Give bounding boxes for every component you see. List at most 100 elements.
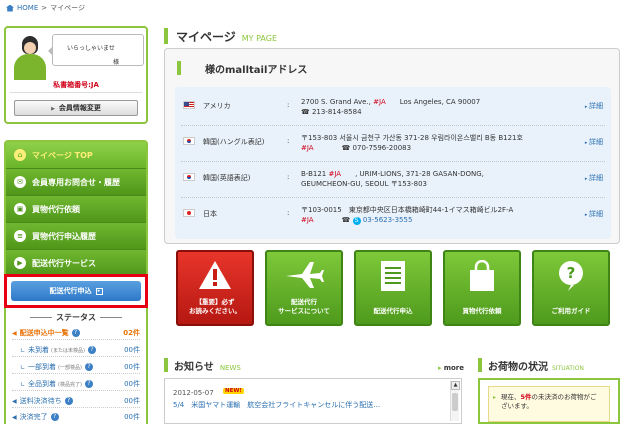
scroll-up-icon[interactable]: ▲ xyxy=(451,381,460,390)
open-window-icon: ▸ xyxy=(95,287,103,295)
news-more-link[interactable]: more xyxy=(438,364,464,372)
status-label: 決済完了 xyxy=(19,413,48,421)
korea-flag-icon xyxy=(183,137,195,145)
address-line: Los Angeles, CA 90007 xyxy=(399,98,481,106)
divider xyxy=(12,373,140,374)
status-row-all-arrived[interactable]: ∟ 全品到着 (検品完了) ? 00件 xyxy=(20,379,140,389)
address-phone: ☎ 213-814-8584 xyxy=(301,108,362,116)
tile-label: 配送代行 xyxy=(291,298,317,306)
country-label: 日本 xyxy=(203,210,217,218)
address-line: 2700 S. Grand Ave., xyxy=(301,98,371,106)
sidebar-item-label: 買物代行依頼 xyxy=(32,204,80,214)
news-item-link[interactable]: 5/4 米国ヤマト運輸 航空会社フライトキャンセルに伴う配送… xyxy=(173,400,380,410)
bullet-icon: ◀ xyxy=(12,397,17,405)
sidebar-item-inquiry[interactable]: ✉ 会員専用お問合せ・履歴 xyxy=(6,169,146,196)
address-list: アメリカ : 2700 S. Grand Ave., #JA Los Angel… xyxy=(175,87,611,239)
greeting-text: いらっしゃいませ xyxy=(67,45,115,52)
sidebar-item-label: 買物代行申込履歴 xyxy=(32,231,96,241)
status-count: 00件 xyxy=(124,380,140,388)
tile-user-guide[interactable]: ? ご利用ガイド xyxy=(532,250,610,326)
tile-label: ご利用ガイド xyxy=(551,307,591,315)
breadcrumb-separator: > xyxy=(41,4,48,12)
shipping-apply-button[interactable]: 配送代行申込 ▸ xyxy=(11,281,141,301)
country-label: アメリカ xyxy=(203,102,231,110)
address-text: 〒103-0015 東京都中央区日本橋箱崎町44-1イマス箱崎ビル2F-A #J… xyxy=(301,205,561,225)
warning-icon xyxy=(199,261,231,289)
address-text: 2700 S. Grand Ave., #JA Los Angeles, CA … xyxy=(301,97,561,117)
sidebar-item-shipping-service[interactable]: ▶ 配送代行サービス xyxy=(6,250,146,277)
news-title-en: NEWS xyxy=(219,364,241,372)
list-icon: ≡ xyxy=(14,230,26,242)
tile-important-notice[interactable]: 【重要】必ず お読みください。 xyxy=(176,250,254,326)
detail-link[interactable]: 詳細 xyxy=(585,173,603,183)
status-row-payment-complete[interactable]: ◀ 決済完了 ? 00件 xyxy=(12,412,140,422)
status-row-partial-arrived[interactable]: ∟ 一部到着 (一部検品) ? 00件 xyxy=(20,362,140,372)
greeting-honorific: 様 xyxy=(112,59,119,66)
status-label: 未到着 xyxy=(28,346,50,354)
address-text: 〒153-803 서울시 금천구 가산동 371-28 우림라이온스밸리 B동 … xyxy=(301,133,561,153)
sidebar-item-shopping-history[interactable]: ≡ 買物代行申込履歴 xyxy=(6,223,146,250)
news-list: 2012-05-07 NEW! 5/4 米国ヤマト運輸 航空会社フライトキャンセ… xyxy=(164,378,462,424)
svg-text:?: ? xyxy=(567,264,576,282)
divider xyxy=(12,339,140,340)
detail-link[interactable]: 詳細 xyxy=(585,209,603,219)
operator-avatar-icon xyxy=(10,34,50,80)
member-info-change-button[interactable]: ▶ 会員情報変更 xyxy=(14,100,138,116)
scroll-thumb[interactable] xyxy=(452,393,458,411)
sidebar-item-mypage-top[interactable]: ⌂ マイページ TOP xyxy=(6,142,146,169)
help-icon: ? xyxy=(559,261,583,291)
status-row-awaiting-payment[interactable]: ◀ 送料決済待ち ? 00件 xyxy=(12,396,140,406)
bullet-icon: ◀ xyxy=(12,329,17,337)
package-status-message[interactable]: 現在、5件の未決済のお荷物がございます。 xyxy=(488,386,610,422)
divider xyxy=(12,390,140,391)
status-row-not-arrived[interactable]: ∟ 未到着 (または未検品) ? 00件 xyxy=(20,345,140,355)
home-icon xyxy=(6,4,14,12)
help-icon[interactable]: ? xyxy=(71,329,80,337)
address-phone[interactable]: 03-5623-3555 xyxy=(363,216,413,224)
sidebar-menu: ⌂ マイページ TOP ✉ 会員専用お問合せ・履歴 ▣ 買物代行依頼 ≡ 買物代行申込履… xyxy=(4,140,148,279)
breadcrumb: HOME > マイページ xyxy=(6,3,85,13)
status-count: 00件 xyxy=(124,363,140,371)
sidebar-item-label: マイページ TOP xyxy=(32,150,93,160)
branch-icon: ∟ xyxy=(20,346,26,354)
detail-link[interactable]: 詳細 xyxy=(585,137,603,147)
help-icon[interactable]: ? xyxy=(84,363,93,371)
package-title: お荷物の状況 xyxy=(488,362,548,373)
divider xyxy=(181,125,605,126)
package-header: お荷物の状況 SITUATION xyxy=(478,358,620,373)
document-icon xyxy=(381,261,405,291)
news-scrollbar[interactable]: ▲ xyxy=(450,381,460,421)
status-count: 00件 xyxy=(124,397,140,405)
help-icon[interactable]: ? xyxy=(84,380,93,388)
tile-shipping-service-info[interactable]: 配送代行 サービスについて xyxy=(265,250,343,326)
new-badge: NEW! xyxy=(223,388,244,394)
help-icon[interactable]: ? xyxy=(87,346,96,354)
divider xyxy=(181,161,605,162)
address-panel: 様のmalltailアドレス アメリカ : 2700 S. Grand Ave.… xyxy=(164,48,620,244)
divider xyxy=(12,407,140,408)
tile-label: 配送代行申込 xyxy=(373,307,413,315)
package-status-box: 現在、5件の未決済のお荷物がございます。 xyxy=(478,378,620,424)
sidebar-item-shopping-request[interactable]: ▣ 買物代行依頼 xyxy=(6,196,146,223)
status-sublabel: (検品完了) xyxy=(58,381,82,388)
status-row-shipping-requests[interactable]: ◀ 配送申込中一覧 ? 02件 xyxy=(12,328,140,338)
status-panel: ステータス ◀ 配送申込中一覧 ? 02件 ∟ 未到着 (または未検品) ? 0… xyxy=(4,308,148,424)
detail-link[interactable]: 詳細 xyxy=(585,101,603,111)
help-icon[interactable]: ? xyxy=(64,397,73,405)
address-title: 様のmalltailアドレス xyxy=(177,61,307,76)
divider xyxy=(181,197,605,198)
status-label: 一部到着 xyxy=(28,363,57,371)
page-title-text: マイページ xyxy=(176,30,236,44)
shipping-apply-highlight: 配送代行申込 ▸ xyxy=(4,274,148,308)
tile-shopping-request[interactable]: 買物代行依頼 xyxy=(443,250,521,326)
breadcrumb-home-link[interactable]: HOME xyxy=(17,4,38,12)
help-icon[interactable]: ? xyxy=(50,413,59,421)
tile-shipping-apply[interactable]: 配送代行申込 xyxy=(354,250,432,326)
cart-icon: ▣ xyxy=(14,203,26,215)
home-icon: ⌂ xyxy=(14,149,26,161)
sidebar-item-label: 会員専用お問合せ・履歴 xyxy=(32,177,120,187)
skype-icon[interactable]: S xyxy=(352,217,361,225)
status-title: ステータス xyxy=(6,312,146,323)
truck-icon: ▶ xyxy=(14,257,26,269)
colon: : xyxy=(287,209,290,217)
